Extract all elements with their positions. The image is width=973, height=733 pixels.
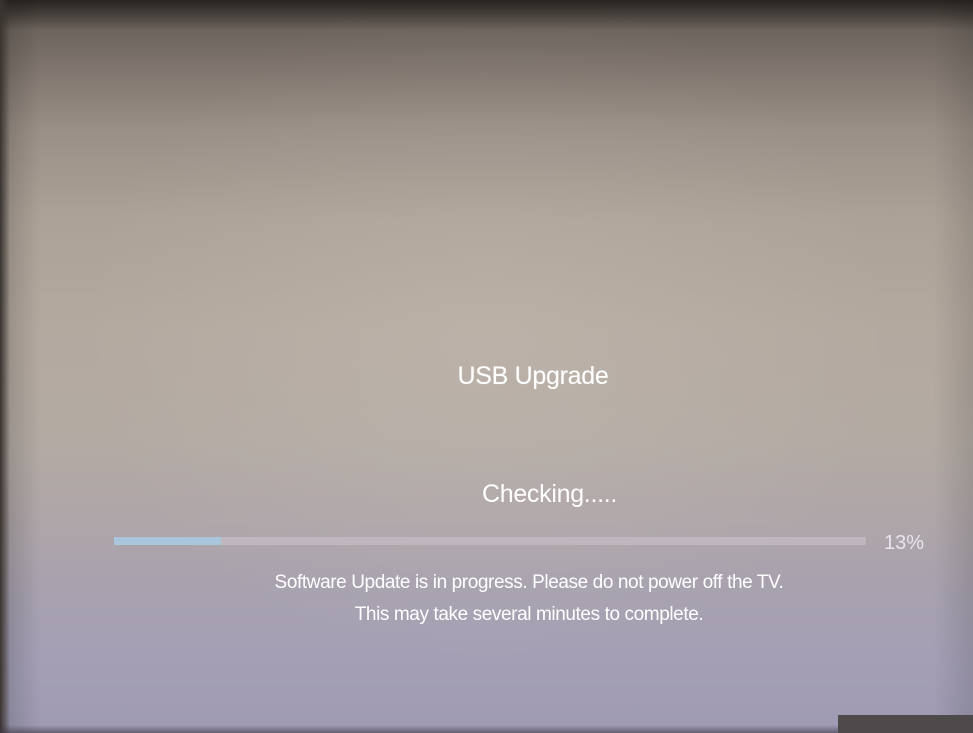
tv-screen: USB Upgrade Checking..... 13% Software U… (0, 0, 973, 733)
status-text: Checking..... (481, 480, 618, 508)
warning-message: Software Update is in progress. Please d… (274, 572, 784, 593)
duration-message: This may take several minutes to complet… (354, 604, 704, 625)
progress-bar (114, 537, 866, 545)
progress-percent: 13% (884, 532, 925, 554)
bottom-edge (0, 725, 973, 733)
page-title: USB Upgrade (457, 362, 609, 390)
progress-fill (114, 537, 221, 545)
tv-bezel-corner (838, 715, 973, 733)
top-shadow (0, 0, 973, 30)
photo-frame: USB Upgrade Checking..... 13% Software U… (0, 0, 973, 733)
